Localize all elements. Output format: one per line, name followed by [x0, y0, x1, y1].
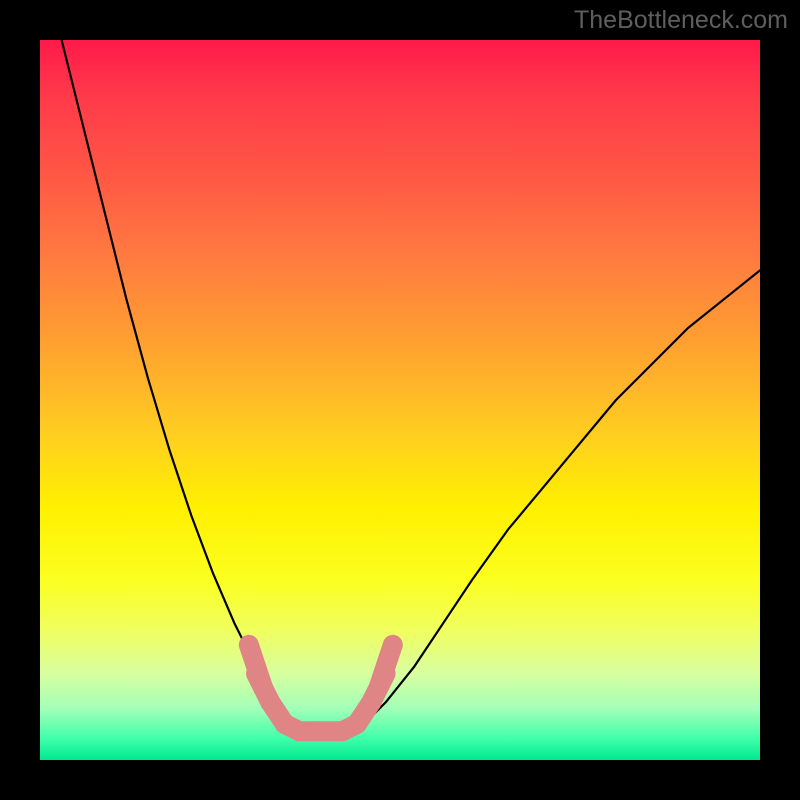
watermark-label: TheBottleneck.com: [574, 6, 788, 35]
marker-cluster: [249, 645, 393, 731]
plot-area: [40, 40, 760, 760]
curve-left: [62, 40, 328, 731]
chart-svg: [40, 40, 760, 760]
